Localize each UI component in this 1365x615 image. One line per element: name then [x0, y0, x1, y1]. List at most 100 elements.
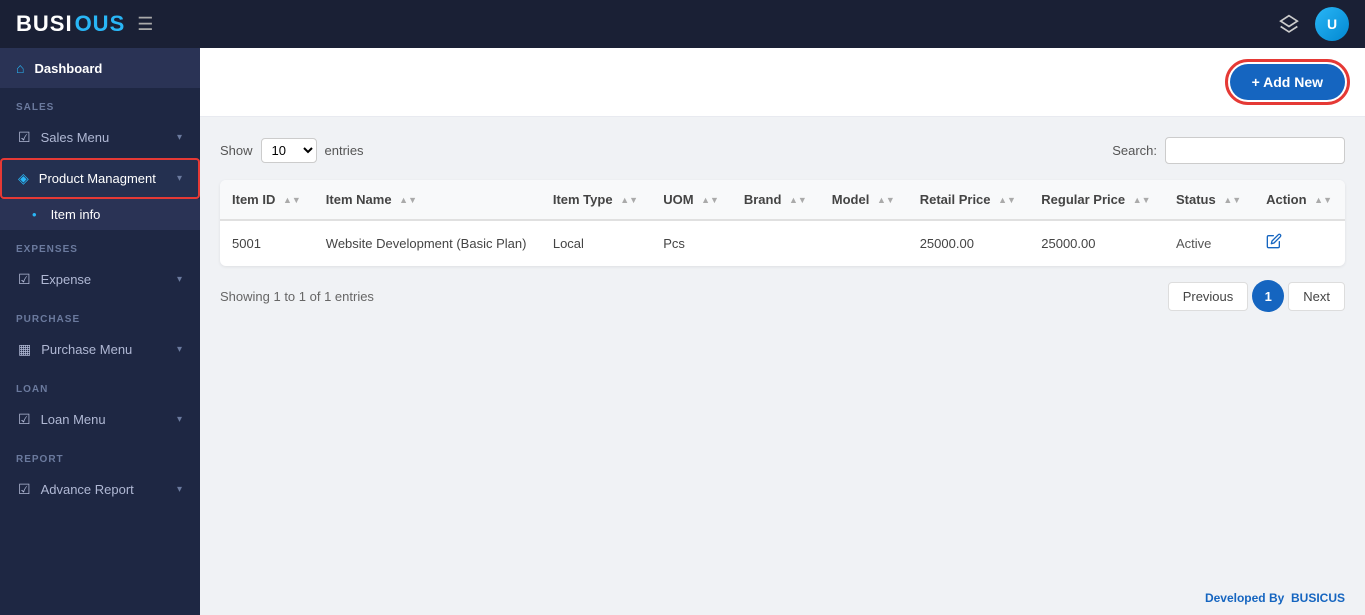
table-footer: Showing 1 to 1 of 1 entries Previous 1 N…: [220, 280, 1345, 312]
main-content: + Add New Show 10 25 50 100 entries Sear…: [200, 48, 1365, 615]
sort-brand: ▲▼: [789, 196, 807, 205]
sort-action: ▲▼: [1314, 196, 1332, 205]
top-nav: BUSIOUS ☰ U: [0, 0, 1365, 48]
section-report: REPORT: [0, 440, 200, 469]
expense-arrow: ▾: [177, 274, 182, 285]
cell-model: [820, 220, 908, 266]
search-label: Search:: [1112, 143, 1157, 158]
col-model[interactable]: Model ▲▼: [820, 180, 908, 220]
col-regular-price[interactable]: Regular Price ▲▼: [1029, 180, 1164, 220]
cell-brand: [732, 220, 820, 266]
sidebar-item-loan-menu[interactable]: ☑ Loan Menu ▾: [0, 399, 200, 440]
footer: Developed By BUSICUS: [200, 581, 1365, 615]
logo-busi: BUSI: [16, 11, 73, 37]
cell-uom: Pcs: [651, 220, 732, 266]
expense-icon: ☑: [18, 271, 31, 288]
avatar[interactable]: U: [1315, 7, 1349, 41]
product-management-label: Product Managment: [39, 171, 167, 186]
next-button[interactable]: Next: [1288, 282, 1345, 311]
sort-item-name: ▲▼: [399, 196, 417, 205]
sort-retail-price: ▲▼: [998, 196, 1016, 205]
pagination: Previous 1 Next: [1168, 280, 1345, 312]
product-management-arrow: ▾: [177, 173, 182, 184]
purchase-menu-label: Purchase Menu: [41, 342, 167, 357]
entries-label: entries: [325, 143, 364, 158]
cell-item-id: 5001: [220, 220, 314, 266]
loan-menu-arrow: ▾: [177, 414, 182, 425]
sidebar-item-advance-report[interactable]: ☑ Advance Report ▾: [0, 469, 200, 510]
sidebar-sub-item-info[interactable]: Item info: [0, 199, 200, 230]
sidebar: ⌂ Dashboard SALES ☑ Sales Menu ▾ ◈ Produ…: [0, 48, 200, 615]
advance-report-arrow: ▾: [177, 484, 182, 495]
logo-ious: OUS: [75, 11, 126, 37]
col-item-type[interactable]: Item Type ▲▼: [541, 180, 651, 220]
table-header-row: Item ID ▲▼ Item Name ▲▼ Item Type ▲▼ UOM…: [220, 180, 1345, 220]
section-loan: LOAN: [0, 370, 200, 399]
cell-action[interactable]: [1254, 220, 1345, 266]
entries-select[interactable]: 10 25 50 100: [261, 138, 317, 163]
purchase-menu-icon: ▦: [18, 341, 31, 358]
section-expenses: EXPENSES: [0, 230, 200, 259]
cell-item-type: Local: [541, 220, 651, 266]
col-item-id[interactable]: Item ID ▲▼: [220, 180, 314, 220]
main-header: + Add New: [200, 48, 1365, 117]
logo: BUSIOUS: [16, 11, 125, 37]
show-label: Show: [220, 143, 253, 158]
sidebar-item-product-management[interactable]: ◈ Product Managment ▾: [0, 158, 200, 199]
sales-menu-icon: ☑: [18, 129, 31, 146]
section-purchase: PURCHASE: [0, 300, 200, 329]
previous-button[interactable]: Previous: [1168, 282, 1249, 311]
purchase-menu-arrow: ▾: [177, 344, 182, 355]
product-management-icon: ◈: [18, 170, 29, 187]
col-brand[interactable]: Brand ▲▼: [732, 180, 820, 220]
sort-item-id: ▲▼: [283, 196, 301, 205]
table-row: 5001 Website Development (Basic Plan) Lo…: [220, 220, 1345, 266]
sort-model: ▲▼: [877, 196, 895, 205]
dashboard-label: Dashboard: [34, 61, 102, 76]
sort-uom: ▲▼: [701, 196, 719, 205]
sales-menu-arrow: ▾: [177, 132, 182, 143]
layers-icon[interactable]: [1273, 8, 1305, 40]
loan-menu-icon: ☑: [18, 411, 31, 428]
sidebar-item-sales-menu[interactable]: ☑ Sales Menu ▾: [0, 117, 200, 158]
hamburger-icon[interactable]: ☰: [137, 14, 153, 35]
loan-menu-label: Loan Menu: [41, 412, 167, 427]
advance-report-label: Advance Report: [41, 482, 167, 497]
home-icon: ⌂: [16, 60, 24, 76]
table-controls: Show 10 25 50 100 entries Search:: [220, 137, 1345, 164]
search-box: Search:: [1112, 137, 1345, 164]
col-uom[interactable]: UOM ▲▼: [651, 180, 732, 220]
sort-status: ▲▼: [1223, 196, 1241, 205]
sidebar-item-purchase-menu[interactable]: ▦ Purchase Menu ▾: [0, 329, 200, 370]
col-status[interactable]: Status ▲▼: [1164, 180, 1254, 220]
edit-button[interactable]: [1266, 233, 1282, 254]
brand-name: BUSICUS: [1291, 591, 1345, 605]
cell-retail-price: 25000.00: [908, 220, 1030, 266]
sort-regular-price: ▲▼: [1133, 196, 1151, 205]
search-input[interactable]: [1165, 137, 1345, 164]
current-page[interactable]: 1: [1252, 280, 1284, 312]
sort-item-type: ▲▼: [620, 196, 638, 205]
cell-status: Active: [1164, 220, 1254, 266]
developed-by-text: Developed By: [1205, 591, 1284, 605]
top-nav-left: BUSIOUS ☰: [16, 11, 153, 37]
col-retail-price[interactable]: Retail Price ▲▼: [908, 180, 1030, 220]
sales-menu-label: Sales Menu: [41, 130, 167, 145]
col-item-name[interactable]: Item Name ▲▼: [314, 180, 541, 220]
add-new-button[interactable]: + Add New: [1230, 64, 1345, 100]
cell-item-name: Website Development (Basic Plan): [314, 220, 541, 266]
top-nav-right: U: [1273, 7, 1349, 41]
show-entries: Show 10 25 50 100 entries: [220, 138, 364, 163]
data-table: Item ID ▲▼ Item Name ▲▼ Item Type ▲▼ UOM…: [220, 180, 1345, 266]
cell-regular-price: 25000.00: [1029, 220, 1164, 266]
sidebar-item-expense[interactable]: ☑ Expense ▾: [0, 259, 200, 300]
content-area: Show 10 25 50 100 entries Search:: [200, 117, 1365, 581]
item-info-label: Item info: [51, 207, 101, 222]
section-sales: SALES: [0, 88, 200, 117]
expense-label: Expense: [41, 272, 167, 287]
layout: ⌂ Dashboard SALES ☑ Sales Menu ▾ ◈ Produ…: [0, 48, 1365, 615]
advance-report-icon: ☑: [18, 481, 31, 498]
sidebar-item-dashboard[interactable]: ⌂ Dashboard: [0, 48, 200, 88]
showing-text: Showing 1 to 1 of 1 entries: [220, 289, 374, 304]
col-action[interactable]: Action ▲▼: [1254, 180, 1345, 220]
